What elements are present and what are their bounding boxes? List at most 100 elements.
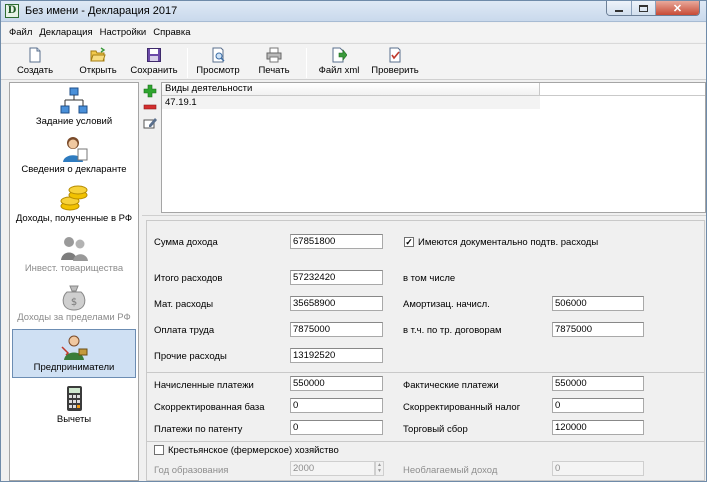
column-header-activity[interactable]: Виды деятельности	[162, 83, 540, 95]
sidebar-item-deductions[interactable]: Вычеты	[10, 385, 138, 425]
accrued-payments-input[interactable]: 550000	[290, 376, 383, 391]
create-button[interactable]: Создать	[15, 46, 55, 79]
preview-button[interactable]: Просмотр	[194, 46, 242, 79]
print-button[interactable]: Печать	[255, 46, 293, 79]
docs-expenses-checkbox[interactable]: ✓	[404, 237, 414, 247]
partners-icon	[61, 237, 88, 261]
adjusted-tax-label: Скорректированный налог	[403, 402, 521, 413]
create-label: Создать	[16, 65, 54, 76]
window-controls: ✕	[606, 1, 700, 16]
remove-icon[interactable]	[143, 100, 157, 114]
xml-file-label: Файл xml	[318, 65, 360, 76]
accrued-payments-label: Начисленные платежи	[154, 380, 254, 391]
including-label: в том числе	[403, 273, 456, 284]
material-expenses-input[interactable]: 35658900	[290, 296, 383, 311]
toolbar-separator	[306, 48, 307, 78]
edit-icon[interactable]	[143, 116, 157, 130]
income-label: Сумма дохода	[154, 237, 218, 248]
total-expenses-label: Итого расходов	[154, 273, 223, 284]
labor-payment-input[interactable]: 7875000	[290, 322, 383, 337]
calculator-icon	[67, 386, 82, 411]
sidebar-item-income-rf[interactable]: Доходы, полученные в РФ	[10, 184, 138, 224]
maximize-icon	[639, 4, 648, 12]
entrepreneur-icon	[61, 335, 88, 360]
preview-label: Просмотр	[196, 65, 240, 76]
save-label: Сохранить	[130, 65, 178, 76]
untaxed-income-input[interactable]: 0	[552, 461, 644, 476]
other-expenses-input[interactable]: 13192520	[290, 348, 383, 363]
print-label: Печать	[258, 65, 290, 76]
check-button[interactable]: Проверить	[368, 46, 422, 79]
menu-declaration[interactable]: Декларация	[39, 27, 92, 38]
open-label: Открыть	[79, 65, 117, 76]
maximize-button[interactable]	[632, 1, 656, 15]
toolbar: Создать Открыть Сохранить Просмотр Печат…	[1, 43, 706, 80]
save-button[interactable]: Сохранить	[128, 46, 180, 79]
menu-file[interactable]: Файл	[9, 27, 32, 38]
expenses-panel: Сумма дохода 67851800 ✓ Имеются документ…	[146, 220, 705, 374]
patent-payments-input[interactable]: 0	[290, 420, 383, 435]
sidebar-label-entrepreneurs: Предприниматели	[33, 362, 115, 373]
minimize-button[interactable]	[607, 1, 632, 15]
other-expenses-label: Прочие расходы	[154, 351, 227, 362]
coins-icon	[60, 185, 88, 211]
toolbar-separator	[187, 48, 188, 78]
sidebar-item-declarant[interactable]: Сведения о декларанте	[10, 135, 138, 175]
material-expenses-label: Мат. расходы	[154, 299, 214, 310]
menu-settings[interactable]: Настройки	[100, 27, 147, 38]
trade-fee-label: Торговый сбор	[403, 424, 468, 435]
close-button[interactable]: ✕	[656, 1, 699, 15]
patent-payments-label: Платежи по патенту	[154, 424, 243, 435]
menu-bar: Файл Декларация Настройки Справка	[1, 23, 706, 42]
founding-year-label: Год образования	[154, 465, 229, 476]
xml-export-icon	[332, 47, 347, 63]
actual-payments-label: Фактические платежи	[403, 380, 499, 391]
year-spinner[interactable]: ▲ ▼	[375, 461, 384, 476]
sidebar-item-entrepreneurs[interactable]: Предприниматели	[12, 329, 136, 378]
payments-panel: Начисленные платежи 550000 Фактические п…	[146, 372, 705, 442]
adjusted-tax-input[interactable]: 0	[552, 398, 644, 413]
open-folder-icon	[90, 47, 106, 62]
total-expenses-input[interactable]: 57232420	[290, 270, 383, 285]
table-header: Виды деятельности	[162, 83, 705, 96]
activity-table: Виды деятельности 47.19.1	[161, 82, 706, 213]
add-icon[interactable]	[143, 84, 157, 98]
sidebar-item-income-abroad[interactable]: $ Доходы за пределами РФ	[10, 283, 138, 323]
save-disk-icon	[147, 48, 161, 62]
sidebar-label-invest: Инвест. товарищества	[24, 263, 124, 274]
adjusted-base-label: Скорректированная база	[154, 402, 265, 413]
labor-contracts-input[interactable]: 7875000	[552, 322, 644, 337]
docs-expenses-label: Имеются документально подтв. расходы	[418, 237, 599, 248]
title-bar: D Без имени - Декларация 2017 ✕	[1, 1, 706, 22]
income-input[interactable]: 67851800	[290, 234, 383, 249]
xml-file-button[interactable]: Файл xml	[316, 46, 362, 79]
founding-year-input[interactable]: 2000	[290, 461, 375, 476]
sidebar-label-conditions: Задание условий	[35, 116, 113, 127]
printer-icon	[266, 47, 282, 63]
new-document-icon	[29, 47, 41, 63]
check-document-icon	[389, 47, 401, 63]
table-row[interactable]: 47.19.1	[162, 96, 705, 109]
person-icon	[63, 137, 88, 162]
close-icon: ✕	[672, 2, 683, 15]
untaxed-income-label: Необлагаемый доход	[403, 465, 498, 476]
sidebar-label-deductions: Вычеты	[56, 414, 92, 425]
farm-checkbox[interactable]	[154, 445, 164, 455]
activity-tools	[143, 84, 159, 132]
actual-payments-input[interactable]: 550000	[552, 376, 644, 391]
labor-payment-label: Оплата труда	[154, 325, 215, 336]
sidebar-label-income-abroad: Доходы за пределами РФ	[17, 312, 131, 323]
app-window: D Без имени - Декларация 2017 ✕ Файл Дек…	[0, 0, 707, 482]
open-button[interactable]: Открыть	[76, 46, 120, 79]
sidebar-label-declarant: Сведения о декларанте	[21, 164, 127, 175]
entrepreneur-form: Сумма дохода 67851800 ✓ Имеются документ…	[142, 215, 706, 481]
activity-code-cell[interactable]: 47.19.1	[162, 96, 540, 109]
amortization-input[interactable]: 506000	[552, 296, 644, 311]
trade-fee-input[interactable]: 120000	[552, 420, 644, 435]
sidebar-item-conditions[interactable]: Задание условий	[10, 87, 138, 127]
sidebar-item-invest[interactable]: Инвест. товарищества	[10, 234, 138, 274]
sidebar-label-income-rf: Доходы, полученные в РФ	[15, 213, 133, 224]
svg-text:$: $	[71, 297, 77, 308]
menu-help[interactable]: Справка	[153, 27, 190, 38]
adjusted-base-input[interactable]: 0	[290, 398, 383, 413]
